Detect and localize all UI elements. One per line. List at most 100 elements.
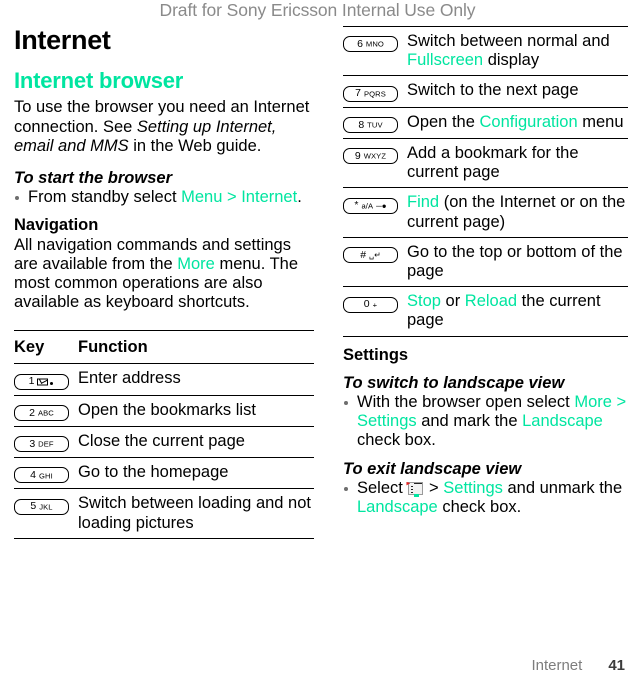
text-run: Open the bbox=[407, 112, 480, 131]
phone-key-6: 6 MNO bbox=[343, 36, 398, 53]
exit-landscape-text-pre: Select bbox=[357, 479, 407, 497]
function-cell: Switch to the next page bbox=[405, 81, 628, 100]
text-run: or bbox=[440, 292, 465, 311]
switch-landscape-text: With the browser open select More > Sett… bbox=[357, 393, 626, 449]
key-number: 9 bbox=[354, 149, 361, 162]
key-cell: 1 bbox=[14, 369, 76, 390]
ui-reference-link[interactable]: Settings bbox=[443, 479, 503, 497]
bullet-part1: From standby select bbox=[28, 188, 182, 207]
text-run: Switch to the next page bbox=[407, 81, 579, 100]
menu-path-link[interactable]: Menu > Internet bbox=[181, 188, 297, 206]
table-row: 0 + Stop or Reload the current page bbox=[343, 287, 628, 335]
key-letters: WXYZ bbox=[363, 151, 387, 161]
phone-key-7: 7 PQRS bbox=[343, 85, 398, 102]
table-row: 5 JKL Switch between loading and not loadi… bbox=[14, 489, 314, 537]
text-run: Add a bookmark for the current page bbox=[407, 143, 579, 182]
heading-to-switch-to-landscape-view: To switch to landscape view bbox=[343, 373, 565, 392]
section-title-internet-browser: Internet browser bbox=[14, 68, 184, 94]
text-run: Switch between loading and not loading p… bbox=[78, 494, 311, 532]
footer-section-name: Internet bbox=[531, 657, 583, 674]
function-cell: Open the bookmarks list bbox=[76, 401, 314, 420]
footer-page-number: 41 bbox=[608, 657, 625, 674]
key-letters: TUV bbox=[367, 120, 383, 130]
key-letters: ABC bbox=[37, 408, 54, 418]
key-cell: 3 DEF bbox=[14, 432, 76, 453]
text-run: check box. bbox=[357, 431, 436, 450]
text-run: Enter address bbox=[78, 369, 181, 388]
table-row: 3 DEF Close the current page bbox=[14, 427, 314, 457]
key-cell: 8 TUV bbox=[343, 113, 405, 133]
page-title: Internet bbox=[14, 25, 111, 55]
voicemail-envelope-icon bbox=[37, 378, 49, 386]
table-body-right: 6 MNO Switch between normal and Fullscreen… bbox=[343, 27, 628, 337]
ui-reference-link[interactable]: Configuration bbox=[479, 113, 577, 131]
function-cell: Enter address bbox=[76, 369, 314, 388]
ui-reference-link[interactable]: Fullscreen bbox=[407, 51, 483, 69]
table-divider bbox=[14, 537, 314, 539]
text-run: Go to the top or bottom of the page bbox=[407, 242, 623, 281]
text-run: check box. bbox=[437, 497, 522, 516]
key-number: 7 bbox=[355, 87, 361, 100]
heading-to-exit-landscape-view: To exit landscape view bbox=[343, 459, 522, 478]
right-column: 6 MNO Switch between normal and Fullscreen… bbox=[343, 26, 628, 517]
key-number: 0 bbox=[363, 298, 370, 311]
ui-reference-link[interactable]: Landscape bbox=[522, 412, 603, 430]
switch-landscape-list: With the browser open select More > Sett… bbox=[343, 393, 628, 451]
table-row: 7 PQRS Switch to the next page bbox=[343, 76, 628, 106]
manual-page: Draft for Sony Ericsson Internal Use Onl… bbox=[0, 0, 635, 683]
voicemail-dot-icon bbox=[50, 382, 54, 386]
key-number: 2 bbox=[29, 406, 35, 419]
table-row: 4 GHI Go to the homepage bbox=[14, 458, 314, 488]
key-number: # bbox=[360, 248, 367, 261]
key-letters: MNO bbox=[365, 39, 384, 49]
key-cell: 7 PQRS bbox=[343, 81, 405, 102]
text-run: With the browser open select bbox=[357, 392, 575, 411]
key-letters: a/A bbox=[361, 201, 374, 211]
list-item: With the browser open select More > Sett… bbox=[343, 393, 628, 451]
bullet-part2: . bbox=[297, 188, 302, 207]
navigation-paragraph: All navigation commands and settings are… bbox=[14, 236, 314, 313]
menu-list-icon[interactable] bbox=[406, 481, 424, 497]
list-item: From standby select Menu > Internet. bbox=[14, 188, 314, 207]
table-header-row: Key Function bbox=[14, 331, 314, 363]
key-cell: 2 ABC bbox=[14, 401, 76, 421]
column-header-key: Key bbox=[14, 338, 45, 357]
phone-key-5: 5 JKL bbox=[14, 498, 69, 515]
key-cell: 6 MNO bbox=[343, 32, 405, 53]
ui-reference-link[interactable]: Landscape bbox=[357, 498, 438, 516]
phone-key-1: 1 bbox=[14, 373, 69, 390]
function-cell: Stop or Reload the current page bbox=[405, 292, 628, 330]
table-row: 8 TUV Open the Configuration menu bbox=[343, 108, 628, 138]
ui-reference-link[interactable]: Find bbox=[407, 193, 439, 211]
key-number: 1 bbox=[28, 375, 35, 388]
table-row: 9 WXYZ Add a bookmark for the current page bbox=[343, 139, 628, 187]
key-space-shift-icon: ␣↵ bbox=[369, 250, 381, 260]
key-number: * bbox=[354, 199, 359, 212]
key-cell: 4 GHI bbox=[14, 463, 76, 484]
table-row: 6 MNO Switch between normal and Fullscreen… bbox=[343, 27, 628, 75]
heading-settings: Settings bbox=[343, 345, 409, 364]
key-shortcut-table-left: Key Function 1 Enter address 2 ABC Open the … bbox=[14, 330, 314, 539]
key-shortcut-table-right: 6 MNO Switch between normal and Fullscreen… bbox=[343, 26, 628, 337]
key-cell: # ␣↵ bbox=[343, 243, 405, 264]
phone-key-star: * a/A ─● bbox=[343, 197, 398, 214]
ui-reference-link[interactable]: Stop bbox=[407, 292, 441, 310]
text-run: Open the bookmarks list bbox=[78, 400, 256, 419]
table-body-left: 1 Enter address 2 ABC Open the bookmarks lis… bbox=[14, 364, 314, 539]
function-cell: Go to the top or bottom of the page bbox=[405, 243, 628, 281]
more-menu-link[interactable]: More bbox=[177, 255, 215, 273]
key-number: 8 bbox=[358, 118, 365, 131]
function-cell: Find (on the Internet or on the current … bbox=[405, 193, 628, 231]
draft-notice: Draft for Sony Ericsson Internal Use Onl… bbox=[159, 0, 476, 20]
key-letters: PQRS bbox=[363, 89, 386, 99]
key-number: 3 bbox=[29, 437, 36, 450]
table-row: 1 Enter address bbox=[14, 364, 314, 394]
key-number: 5 bbox=[30, 500, 37, 513]
phone-key-3: 3 DEF bbox=[14, 436, 69, 453]
key-letters: GHI bbox=[39, 471, 53, 481]
key-letters: DEF bbox=[38, 439, 54, 449]
key-cell: 9 WXYZ bbox=[343, 144, 405, 165]
text-run: and mark the bbox=[416, 412, 523, 431]
text-run: and unmark the bbox=[502, 478, 623, 497]
ui-reference-link[interactable]: Reload bbox=[465, 292, 517, 310]
